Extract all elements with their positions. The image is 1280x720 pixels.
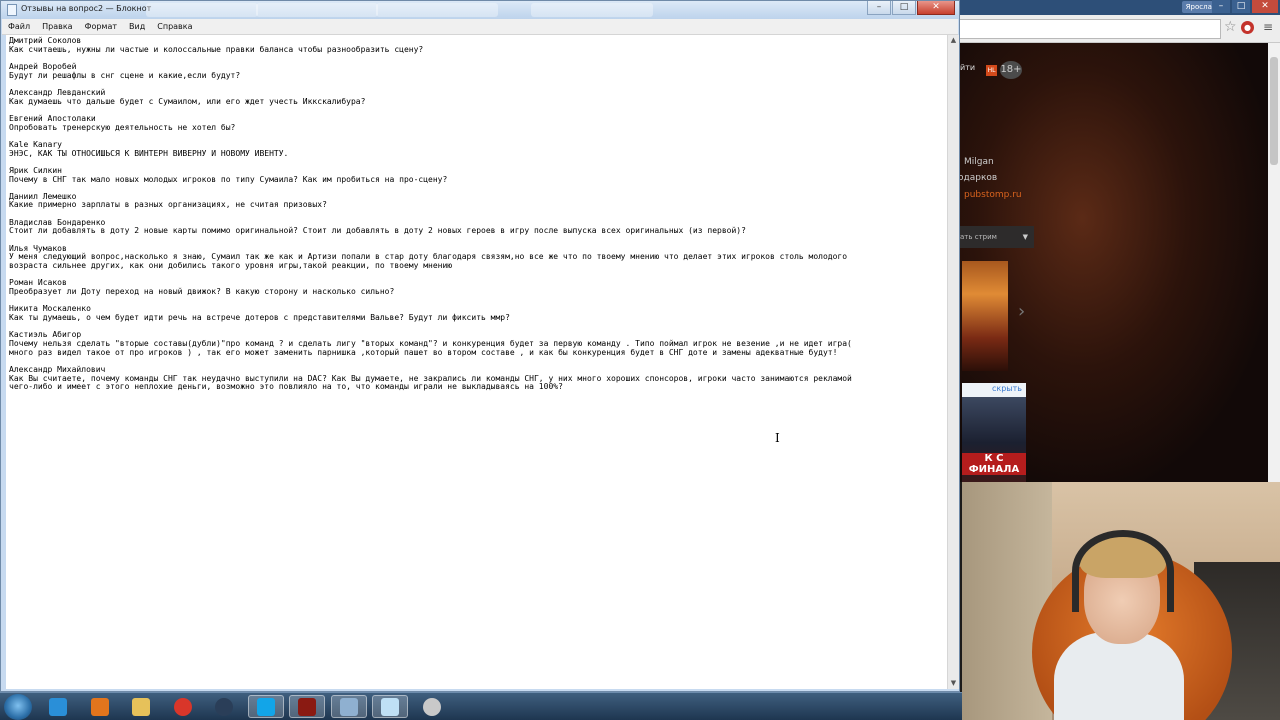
promo-title: К С ФИНАЛА — [962, 453, 1026, 475]
network-icon — [339, 697, 358, 716]
taskbar-explorer-button[interactable] — [123, 695, 159, 718]
ie-icon — [49, 697, 67, 716]
notepad-window-controls: – □ ✕ — [867, 1, 955, 15]
stream-select-label: ать стрим — [960, 233, 997, 241]
browser-scrollbar[interactable] — [1268, 43, 1280, 482]
hl-badge: HL — [986, 65, 997, 76]
close-icon[interactable]: ✕ — [1252, 0, 1278, 13]
media-player-icon — [90, 697, 109, 716]
vertical-scrollbar[interactable]: ▲ ▼ — [947, 35, 959, 689]
notepad-icon — [381, 697, 399, 716]
site-link[interactable]: pubstomp.ru — [964, 190, 1022, 200]
menu-icon[interactable]: ≡ — [1263, 20, 1273, 34]
window-title: Отзывы на вопрос2 — Блокнот — [21, 4, 152, 13]
background-browser-tab — [376, 3, 498, 17]
menubar: Файл Правка Формат Вид Справка — [2, 19, 958, 35]
taskbar-disc-button[interactable] — [414, 695, 450, 718]
hero-thumbnail[interactable] — [962, 261, 1008, 371]
stream-select[interactable]: ать стрим ▼ — [958, 226, 1034, 248]
headset-icon — [1072, 530, 1174, 612]
close-icon[interactable]: ✕ — [917, 1, 955, 15]
background-browser-tab — [146, 3, 258, 17]
explorer-icon — [132, 697, 150, 716]
minimize-icon[interactable]: – — [1212, 0, 1230, 13]
site-username[interactable]: Milgan — [964, 157, 994, 167]
text-cursor-icon: I — [775, 431, 780, 445]
site-nav-link[interactable]: йти — [960, 63, 975, 72]
menu-help[interactable]: Справка — [151, 19, 198, 34]
menu-format[interactable]: Формат — [79, 19, 123, 34]
address-bar[interactable] — [958, 19, 1221, 39]
document-text[interactable]: Дмитрий Соколов Как считаешь, нужны ли ч… — [6, 35, 947, 392]
menu-edit[interactable]: Правка — [36, 19, 78, 34]
browser-toolbar: ☆ ● ≡ — [958, 15, 1280, 43]
taskbar-ie-button[interactable] — [40, 695, 76, 718]
background-browser-window: Ярослав – □ ✕ ☆ ● ≡ йти HL 18+ Milgan од… — [958, 0, 1280, 483]
maximize-icon[interactable]: □ — [1232, 0, 1250, 13]
chevron-down-icon: ▼ — [1022, 233, 1028, 241]
taskbar-media-player-button[interactable] — [82, 695, 118, 718]
webcam-overlay — [962, 482, 1280, 720]
chrome-icon — [173, 697, 192, 716]
extension-icon[interactable]: ● — [1241, 21, 1254, 34]
steam-icon — [215, 697, 233, 716]
notepad-window: Отзывы на вопрос2 — Блокнот – □ ✕ Файл П… — [0, 0, 960, 692]
bookmark-star-icon[interactable]: ☆ — [1224, 19, 1237, 35]
browser-tabstrip: Ярослав – □ ✕ — [958, 0, 1280, 15]
scroll-up-icon[interactable]: ▲ — [948, 35, 959, 46]
taskbar-dota-button[interactable] — [289, 695, 325, 718]
skype-icon — [256, 697, 275, 716]
menu-file[interactable]: Файл — [2, 19, 36, 34]
start-button[interactable] — [4, 694, 32, 720]
dota-icon — [298, 697, 316, 716]
background-browser-tab — [531, 3, 653, 17]
taskbar-skype-button[interactable] — [247, 695, 284, 718]
taskbar — [0, 692, 962, 720]
menu-view[interactable]: Вид — [123, 19, 151, 34]
site-gifts-text: одарков — [958, 173, 998, 183]
taskbar-steam-button[interactable] — [206, 695, 242, 718]
background-browser-tab — [256, 3, 378, 17]
notepad-titlebar[interactable]: Отзывы на вопрос2 — Блокнот – □ ✕ — [1, 1, 959, 19]
minimize-icon[interactable]: – — [867, 1, 891, 15]
age-rating-badge: 18+ — [1000, 61, 1022, 79]
website-content: йти HL 18+ Milgan одарков pubstomp.ru ат… — [958, 43, 1268, 483]
chevron-right-icon[interactable]: › — [1018, 301, 1025, 322]
promo-hide-link[interactable]: скрыть — [992, 384, 1022, 393]
notepad-app-icon — [7, 4, 17, 16]
taskbar-notepad-button[interactable] — [372, 695, 408, 718]
text-editor-area[interactable]: Дмитрий Соколов Как считаешь, нужны ли ч… — [6, 35, 947, 689]
scroll-down-icon[interactable]: ▼ — [948, 678, 959, 689]
taskbar-network-button[interactable] — [330, 695, 367, 718]
disc-icon — [422, 697, 441, 716]
maximize-icon[interactable]: □ — [892, 1, 916, 15]
taskbar-chrome-button[interactable] — [165, 695, 201, 718]
promo-banner[interactable]: скрыть К С ФИНАЛА — [962, 383, 1026, 483]
browser-scrollbar-thumb[interactable] — [1270, 57, 1278, 165]
browser-window-controls: – □ ✕ — [1212, 0, 1278, 13]
webcam-person-body — [1054, 632, 1184, 720]
